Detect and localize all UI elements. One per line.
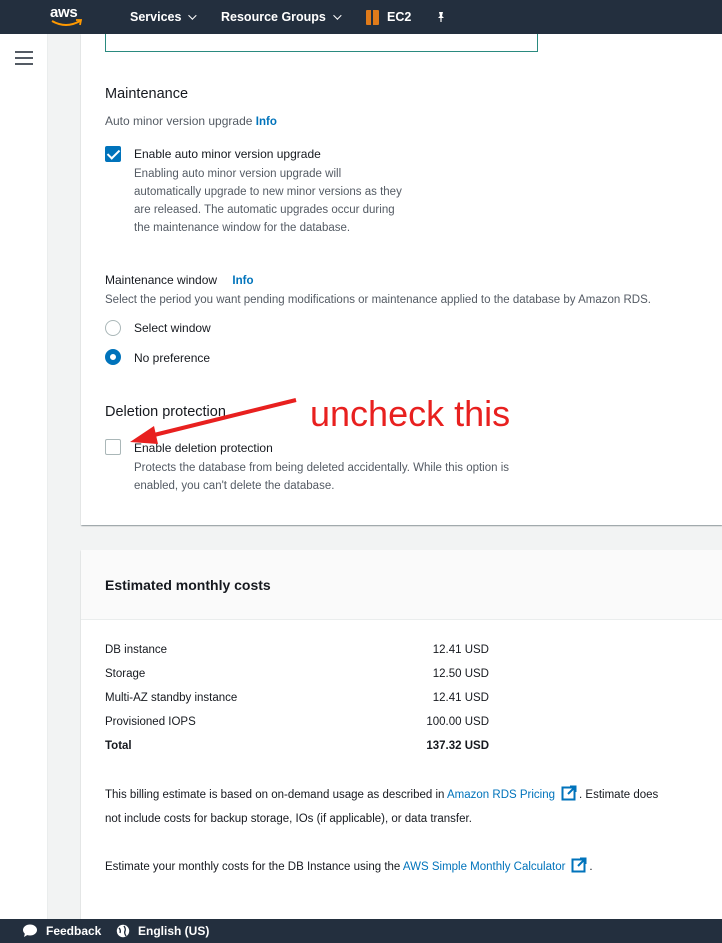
menu-icon[interactable] xyxy=(15,51,33,65)
cost-name: Storage xyxy=(105,668,146,680)
cost-row: Multi-AZ standby instance 12.41 USD xyxy=(105,692,489,710)
billing-text: This billing estimate is based on on-dem… xyxy=(105,789,448,801)
auto-minor-upgrade-checkbox[interactable] xyxy=(105,146,121,162)
services-menu[interactable]: Services xyxy=(130,0,198,34)
hint-line: Protects the database from being deleted… xyxy=(134,462,510,474)
previous-input-field[interactable] xyxy=(105,34,538,52)
cost-total-name: Total xyxy=(105,740,132,752)
cost-value: 100.00 USD xyxy=(426,716,489,728)
ec2-shortcut[interactable]: EC2 xyxy=(366,0,411,34)
deletion-protection-label[interactable]: Enable deletion protection xyxy=(134,441,273,455)
auto-minor-upgrade-hint: Enabling auto minor version upgrade will… xyxy=(134,165,464,237)
language-label: English (US) xyxy=(138,924,210,938)
costs-header: Estimated monthly costs xyxy=(81,550,722,620)
calculator-text: . xyxy=(589,861,593,873)
cost-name: Multi-AZ standby instance xyxy=(105,692,238,704)
resource-groups-label: Resource Groups xyxy=(221,10,326,24)
deletion-protection-title: Deletion protection xyxy=(105,404,226,420)
aws-smile-icon xyxy=(51,19,83,26)
feedback-button[interactable]: Feedback xyxy=(22,919,101,943)
globe-icon xyxy=(116,924,130,938)
external-link-icon[interactable] xyxy=(561,785,577,801)
cost-total-row: Total 137.32 USD xyxy=(105,740,489,758)
no-preference-label[interactable]: No preference xyxy=(134,351,210,365)
footer-bar: Feedback English (US) xyxy=(0,919,722,943)
ec2-icon xyxy=(366,9,379,25)
cost-value: 12.41 USD xyxy=(432,644,489,656)
auto-minor-version-label: Auto minor version upgrade Info xyxy=(105,114,277,128)
chevron-down-icon xyxy=(333,11,342,20)
maintenance-window-text: Maintenance window xyxy=(105,273,218,287)
simple-monthly-calculator-link[interactable]: AWS Simple Monthly Calculator xyxy=(403,861,566,873)
billing-estimate-note: This billing estimate is based on on-dem… xyxy=(105,783,695,831)
left-sidebar xyxy=(0,34,48,919)
feedback-label: Feedback xyxy=(46,924,102,938)
cost-name: Provisioned IOPS xyxy=(105,716,196,728)
cost-row: DB instance 12.41 USD xyxy=(105,644,489,662)
cost-total-value: 137.32 USD xyxy=(426,740,489,752)
rds-pricing-link[interactable]: Amazon RDS Pricing xyxy=(447,789,555,801)
billing-text: not include costs for backup storage, IO… xyxy=(105,813,472,825)
no-preference-radio[interactable] xyxy=(105,349,121,365)
pin-button[interactable] xyxy=(436,0,446,34)
estimated-costs-panel: Estimated monthly costs DB instance 12.4… xyxy=(81,550,722,919)
select-window-label[interactable]: Select window xyxy=(134,321,211,335)
hint-line: the maintenance window for the database. xyxy=(134,222,351,234)
cost-value: 12.50 USD xyxy=(432,668,489,680)
calculator-text: Estimate your monthly costs for the DB I… xyxy=(105,861,403,873)
annotation-text: uncheck this xyxy=(310,393,511,434)
cost-row: Provisioned IOPS 100.00 USD xyxy=(105,716,489,734)
hint-line: are released. The automatic upgrades occ… xyxy=(134,204,395,216)
hint-line: automatically upgrade to new minor versi… xyxy=(134,186,402,198)
external-link-icon[interactable] xyxy=(571,857,587,873)
info-link[interactable]: Info xyxy=(256,116,277,128)
speech-bubble-icon xyxy=(23,924,37,937)
language-selector[interactable]: English (US) xyxy=(116,919,209,943)
cost-row: Storage 12.50 USD xyxy=(105,668,489,686)
top-navigation-bar: aws Services Resource Groups EC2 xyxy=(0,0,722,34)
pin-icon xyxy=(438,12,444,22)
chevron-down-icon xyxy=(188,11,198,20)
maintenance-window-label: Maintenance window Info xyxy=(105,273,254,287)
maintenance-title: Maintenance xyxy=(105,86,189,102)
hint-line: Enabling auto minor version upgrade will xyxy=(134,168,342,180)
info-link[interactable]: Info xyxy=(232,275,253,287)
additional-configuration-panel: Maintenance Auto minor version upgrade I… xyxy=(81,34,722,525)
costs-title: Estimated monthly costs xyxy=(105,577,271,593)
cost-value: 12.41 USD xyxy=(432,692,489,704)
maintenance-window-description: Select the period you want pending modif… xyxy=(105,294,651,306)
calculator-note: Estimate your monthly costs for the DB I… xyxy=(105,855,695,879)
billing-text: . Estimate does xyxy=(579,789,659,801)
deletion-protection-hint: Protects the database from being deleted… xyxy=(134,459,574,495)
cost-name: DB instance xyxy=(105,644,168,656)
auto-minor-upgrade-label[interactable]: Enable auto minor version upgrade xyxy=(134,147,321,161)
auto-minor-version-text: Auto minor version upgrade xyxy=(105,114,253,128)
deletion-protection-checkbox[interactable] xyxy=(105,439,121,455)
select-window-radio[interactable] xyxy=(105,320,121,336)
services-label: Services xyxy=(130,10,182,24)
ec2-label: EC2 xyxy=(387,10,412,24)
hint-line: enabled, you can't delete the database. xyxy=(134,480,335,492)
resource-groups-menu[interactable]: Resource Groups xyxy=(221,0,342,34)
aws-logo[interactable]: aws xyxy=(50,4,90,30)
